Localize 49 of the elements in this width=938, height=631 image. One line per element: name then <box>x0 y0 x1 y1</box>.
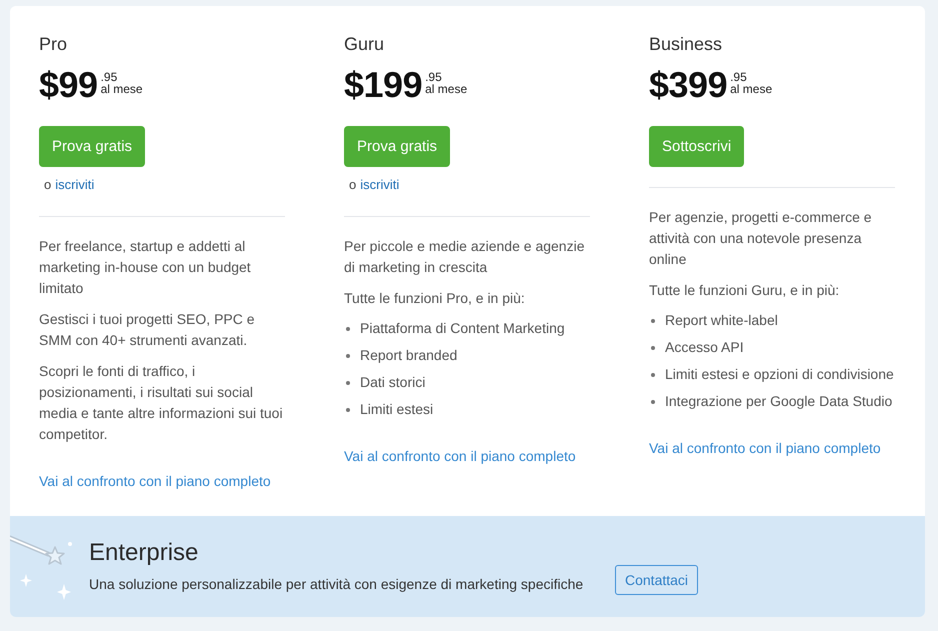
bullet-icon <box>346 408 350 412</box>
plan-cta-button[interactable]: Prova gratis <box>39 126 146 167</box>
price-period: al mese <box>425 83 468 96</box>
plan-name: Business <box>649 33 724 55</box>
plan-description: Per agenzie, progetti e-commerce e attività con una notevole presenza online <box>649 208 873 269</box>
plan-description: Per piccole e medie aziende e agenzie di marketing in crescita <box>344 237 586 277</box>
plan-cta-button[interactable]: Prova gratis <box>344 126 450 167</box>
compare-plan-link[interactable]: Vai al confronto con il piano completo <box>344 448 576 464</box>
compare-plan-link[interactable]: Vai al confronto con il piano completo <box>649 440 881 456</box>
plan-description: Tutte le funzioni Pro, e in più: <box>344 289 526 308</box>
bullet-icon <box>346 381 350 385</box>
or-text: o <box>44 176 52 194</box>
compare-plan-link[interactable]: Vai al confronto con il piano completo <box>39 473 271 489</box>
enterprise-description: Una soluzione personalizzabile per attività con esigenze di marketing specifiche <box>89 574 584 594</box>
subscribe-link[interactable]: iscriviti <box>360 175 400 195</box>
feature-item: Report branded <box>360 346 458 365</box>
subscribe-link[interactable]: iscriviti <box>55 175 94 195</box>
plan-name: Guru <box>344 33 386 55</box>
plan-description: Tutte le funzioni Guru, e in più: <box>649 281 840 300</box>
feature-item: Dati storici <box>360 373 426 392</box>
price-cents: .95 <box>425 71 443 83</box>
bullet-icon <box>651 346 655 350</box>
plan-description: Scopri le fonti di traffico, i posizionamenti, i risultati sui social media e tante altre informazioni sui tuoi competitor. <box>39 362 284 444</box>
feature-item: Report white-label <box>665 311 778 330</box>
enterprise-title: Enterprise <box>89 538 200 566</box>
price-period: al mese <box>730 83 772 96</box>
feature-item: Piattaforma di Content Marketing <box>360 319 565 338</box>
plan-name: Pro <box>39 33 68 55</box>
magic-wand-icon <box>10 534 74 600</box>
plan-description: Per freelance, startup e addetti al marketing in-house con un budget limitato <box>39 237 252 298</box>
bullet-icon <box>651 373 655 377</box>
feature-item: Limiti estesi <box>360 400 434 419</box>
or-text: o <box>349 176 356 194</box>
price-cents: .95 <box>100 71 118 83</box>
feature-item: Integrazione per Google Data Studio <box>665 392 892 411</box>
bullet-icon <box>346 327 350 331</box>
plan-price: $99 <box>39 65 98 105</box>
price-period: al mese <box>100 83 143 96</box>
feature-item: Accesso API <box>665 338 744 357</box>
plan-cta-button[interactable]: Sottoscrivi <box>649 126 744 167</box>
plan-description: Gestisci i tuoi progetti SEO, PPC e SMM con 40+ strumenti avanzati. <box>39 310 256 350</box>
plan-price: $199 <box>344 65 422 105</box>
bullet-icon <box>651 319 655 323</box>
contact-button[interactable]: Contattaci <box>615 564 698 594</box>
price-cents: .95 <box>730 71 748 83</box>
feature-item: Limiti estesi e opzioni di condivisione <box>665 365 894 384</box>
bullet-icon <box>346 354 350 358</box>
bullet-icon <box>651 400 655 404</box>
plan-price: $399 <box>649 65 728 105</box>
